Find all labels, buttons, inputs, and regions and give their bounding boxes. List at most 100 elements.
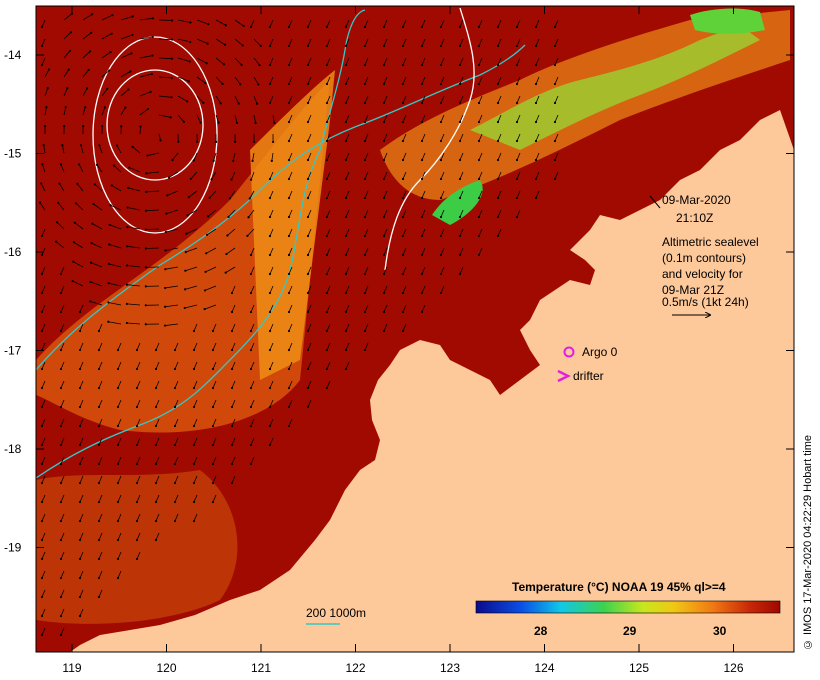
velocity-arrow-head bbox=[257, 83, 260, 86]
velocity-arrow-head bbox=[131, 145, 134, 148]
velocity-arrow-head bbox=[382, 215, 386, 219]
velocity-arrow-head bbox=[43, 124, 47, 128]
velocity-arrow-head bbox=[258, 64, 261, 67]
velocity-arrow-head bbox=[78, 329, 82, 333]
velocity-arrow-head bbox=[211, 348, 215, 352]
velocity-arrow-head bbox=[363, 234, 367, 238]
velocity-arrow-head bbox=[420, 215, 424, 219]
velocity-arrow-head bbox=[97, 519, 101, 523]
velocity-arrow-head bbox=[144, 285, 147, 288]
velocity-arrow-head bbox=[325, 196, 329, 200]
velocity-arrow-head bbox=[154, 443, 158, 447]
velocity-arrow-head bbox=[135, 538, 139, 542]
velocity-arrow-head bbox=[344, 291, 348, 295]
velocity-arrow-head bbox=[95, 163, 99, 166]
velocity-arrow-head bbox=[268, 215, 272, 219]
velocity-arrow-head bbox=[534, 177, 538, 181]
velocity-arrow-head bbox=[173, 462, 177, 466]
velocity-arrow-head bbox=[78, 405, 82, 409]
velocity-arrow-head bbox=[66, 87, 69, 90]
velocity-arrow-head bbox=[232, 159, 235, 162]
velocity-arrow-head bbox=[108, 243, 111, 246]
velocity-arrow-head bbox=[477, 215, 481, 219]
velocity-arrow-head bbox=[40, 500, 44, 504]
velocity-arrow-head bbox=[287, 82, 291, 86]
lon-label: 126 bbox=[723, 661, 743, 675]
velocity-arrow-head bbox=[124, 106, 127, 109]
velocity-arrow-head bbox=[401, 82, 405, 86]
velocity-arrow-head bbox=[553, 82, 557, 86]
velocity-arrow-head bbox=[306, 158, 310, 162]
velocity-arrow-head bbox=[40, 25, 44, 29]
velocity-arrow-head bbox=[382, 25, 386, 29]
velocity-arrow-head bbox=[205, 233, 209, 236]
velocity-arrow-head bbox=[59, 481, 63, 485]
velocity-arrow-head bbox=[171, 158, 174, 162]
velocity-arrow-head bbox=[325, 367, 329, 371]
velocity-arrow-head bbox=[363, 196, 367, 200]
velocity-arrow-head bbox=[207, 23, 210, 26]
velocity-arrow-head bbox=[217, 121, 220, 124]
lat-label: -14 bbox=[4, 48, 22, 62]
velocity-arrow-head bbox=[439, 63, 443, 67]
velocity-arrow-head bbox=[42, 144, 45, 147]
velocity-arrow-head bbox=[344, 367, 348, 371]
velocity-arrow-head bbox=[211, 386, 215, 390]
velocity-arrow-head bbox=[401, 158, 405, 162]
velocity-arrow-head bbox=[534, 196, 538, 200]
velocity-arrow-head bbox=[401, 253, 405, 257]
velocity-arrow-head bbox=[212, 159, 215, 162]
velocity-arrow-head bbox=[207, 215, 210, 218]
velocity-arrow-head bbox=[496, 44, 500, 48]
velocity-arrow-head bbox=[306, 310, 310, 314]
velocity-arrow-head bbox=[40, 329, 44, 333]
velocity-arrow-head bbox=[40, 595, 44, 599]
velocity-arrow-head bbox=[477, 44, 481, 48]
velocity-arrow-head bbox=[420, 63, 424, 67]
velocity-arrow-head bbox=[230, 367, 234, 371]
velocity-arrow-head bbox=[458, 215, 462, 219]
velocity-arrow-head bbox=[306, 234, 310, 238]
velocity-arrow-head bbox=[183, 288, 187, 291]
velocity-arrow-head bbox=[144, 247, 147, 250]
velocity-arrow-head bbox=[211, 367, 215, 371]
velocity-arrow-head bbox=[382, 82, 386, 86]
velocity-arrow-head bbox=[515, 139, 519, 143]
velocity-arrow-head bbox=[306, 329, 310, 333]
velocity-arrow-head bbox=[515, 25, 519, 29]
velocity-arrow-head bbox=[268, 63, 272, 67]
velocity-arrow-head bbox=[363, 310, 367, 314]
velocity-arrow-head bbox=[515, 215, 519, 219]
velocity-arrow-head bbox=[112, 164, 115, 167]
velocity-arrow-head bbox=[515, 82, 519, 86]
velocity-arrow-head bbox=[222, 63, 226, 66]
velocity-arrow-head bbox=[116, 424, 120, 428]
velocity-arrow-head bbox=[78, 576, 82, 580]
velocity-arrow-head bbox=[204, 81, 207, 85]
velocity-arrow-head bbox=[325, 44, 329, 48]
velocity-arrow-head bbox=[306, 367, 310, 371]
velocity-arrow-head bbox=[458, 120, 462, 124]
velocity-arrow-head bbox=[192, 329, 196, 333]
velocity-arrow-head bbox=[344, 101, 348, 105]
velocity-arrow-head bbox=[268, 367, 272, 371]
velocity-arrow-head bbox=[192, 519, 196, 523]
velocity-arrow-head bbox=[382, 158, 386, 162]
velocity-arrow-head bbox=[287, 272, 291, 276]
velocity-arrow-head bbox=[515, 177, 519, 181]
warm-water-south bbox=[36, 470, 238, 624]
velocity-arrow-head bbox=[363, 215, 367, 219]
velocity-arrow-head bbox=[164, 305, 167, 308]
velocity-arrow-head bbox=[439, 291, 443, 295]
velocity-arrow-head bbox=[420, 291, 424, 295]
velocity-arrow-head bbox=[159, 139, 162, 142]
velocity-arrow-head bbox=[250, 178, 253, 181]
velocity-arrow-head bbox=[59, 443, 63, 447]
velocity-arrow-head bbox=[306, 63, 310, 67]
velocity-arrow-head bbox=[78, 595, 82, 599]
velocity-arrow-head bbox=[401, 177, 405, 181]
velocity-arrow-head bbox=[90, 242, 93, 245]
velocity-arrow-head bbox=[189, 21, 192, 24]
velocity-arrow-head bbox=[477, 25, 481, 29]
velocity-arrow-head bbox=[78, 443, 82, 447]
